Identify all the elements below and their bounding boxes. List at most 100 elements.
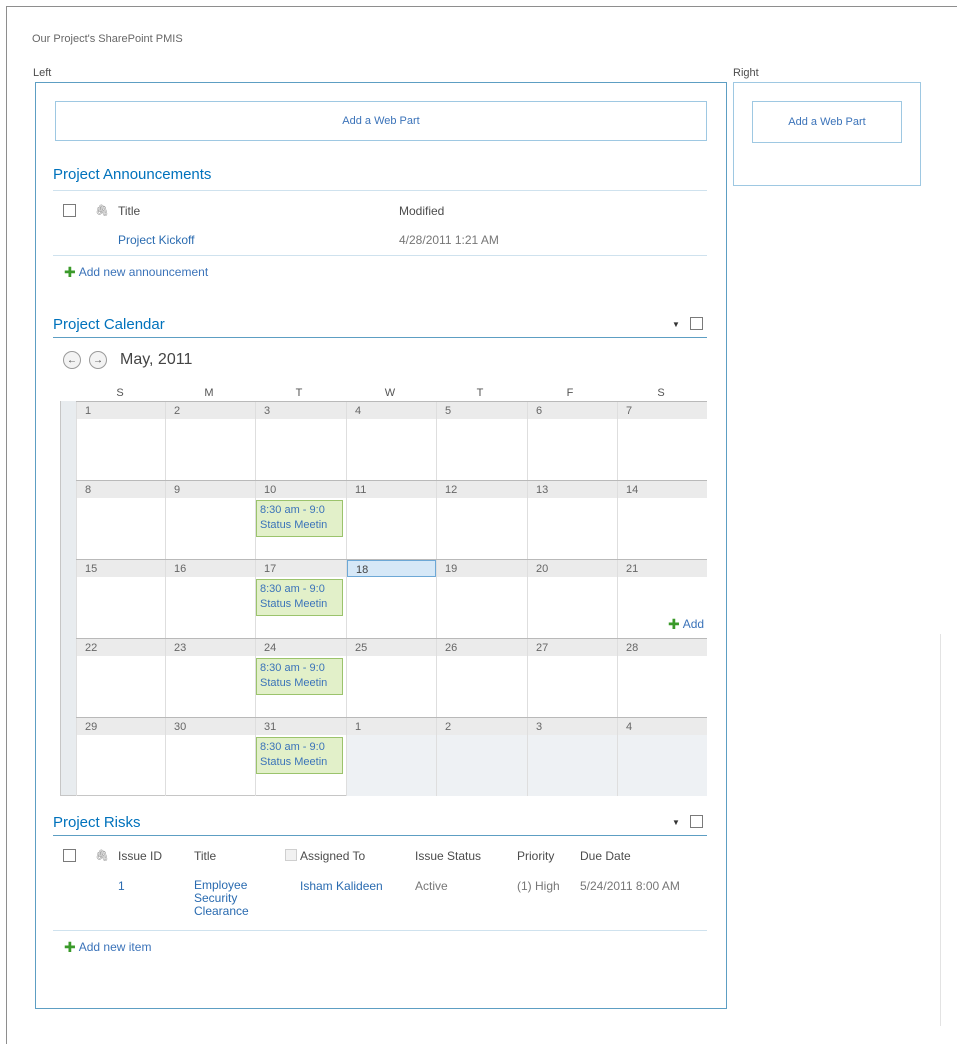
calendar-day-cell[interactable]: 31 8:30 am - 9:0 Status Meetin [255,718,346,796]
calendar-day-number[interactable]: 16 [166,560,255,577]
calendar-day-number[interactable]: 15 [77,560,165,577]
next-month-button[interactable]: → [89,351,107,369]
calendar-day-cell[interactable]: 4 [617,718,707,796]
calendar-menu-arrow-icon[interactable]: ▼ [672,320,680,329]
calendar-day-cell[interactable]: 11 [346,481,436,559]
calendar-day-cell[interactable]: 13 [527,481,617,559]
risks-title[interactable]: Project Risks [53,814,141,831]
calendar-day-cell[interactable]: 27 [527,639,617,717]
calendar-event[interactable]: 8:30 am - 9:0 Status Meetin [256,500,343,537]
assigned-to-filter-checkbox[interactable] [285,849,297,861]
calendar-select-checkbox[interactable] [690,317,703,330]
calendar-day-cell[interactable]: 22 [76,639,165,717]
calendar-day-cell[interactable]: 3 [255,402,346,480]
calendar-day-number[interactable]: 6 [528,402,617,419]
announcements-select-all-checkbox[interactable] [63,204,76,217]
calendar-day-cell[interactable]: 3 [527,718,617,796]
calendar-day-cell[interactable]: 19 [436,560,527,638]
calendar-day-number[interactable]: 31 [256,718,346,735]
add-web-part-button-left[interactable]: Add a Web Part [55,101,707,141]
calendar-day-cell[interactable]: 2 [436,718,527,796]
calendar-day-number[interactable]: 19 [437,560,527,577]
calendar-day-cell[interactable]: 7 [617,402,707,480]
risk-issue-id-link[interactable]: 1 [118,879,125,893]
calendar-day-cell[interactable]: 9 [165,481,255,559]
risks-column-assigned-to[interactable]: Assigned To [300,849,365,863]
risks-select-all-checkbox[interactable] [63,849,76,862]
calendar-event[interactable]: 8:30 am - 9:0 Status Meetin [256,737,343,774]
add-new-announcement-link[interactable]: ✚ Add new announcement [64,265,208,279]
calendar-day-number[interactable]: 21 [618,560,707,577]
calendar-day-number[interactable]: 7 [618,402,707,419]
calendar-day-number[interactable]: 5 [437,402,527,419]
calendar-day-cell[interactable]: 1 [76,402,165,480]
announcements-title[interactable]: Project Announcements [53,166,211,183]
calendar-day-cell[interactable]: 18 [346,560,436,638]
calendar-day-cell[interactable]: 5 [436,402,527,480]
risks-column-issue-status[interactable]: Issue Status [415,849,481,863]
calendar-day-number[interactable]: 1 [77,402,165,419]
calendar-day-number[interactable]: 10 [256,481,346,498]
calendar-day-number[interactable]: 20 [528,560,617,577]
announcement-title-link[interactable]: Project Kickoff [118,233,194,247]
calendar-day-number[interactable]: 28 [618,639,707,656]
calendar-title[interactable]: Project Calendar [53,316,165,333]
calendar-day-number[interactable]: 12 [437,481,527,498]
calendar-day-cell[interactable]: 4 [346,402,436,480]
calendar-day-number[interactable]: 30 [166,718,255,735]
calendar-day-number[interactable]: 14 [618,481,707,498]
risks-menu-arrow-icon[interactable]: ▼ [672,818,680,827]
calendar-add-link[interactable]: ✚ Add [668,617,704,631]
calendar-day-number[interactable]: 4 [347,402,436,419]
add-web-part-button-right[interactable]: Add a Web Part [752,101,902,143]
risks-column-title[interactable]: Title [194,849,216,863]
calendar-day-number[interactable]: 18 [347,560,436,577]
risks-select-checkbox[interactable] [690,815,703,828]
calendar-day-number[interactable]: 3 [256,402,346,419]
calendar-day-number[interactable]: 25 [347,639,436,656]
calendar-day-number[interactable]: 13 [528,481,617,498]
calendar-day-cell[interactable]: 15 [76,560,165,638]
calendar-day-number[interactable]: 1 [347,718,436,735]
calendar-day-cell[interactable]: 8 [76,481,165,559]
calendar-day-cell[interactable]: 29 [76,718,165,796]
calendar-day-number[interactable]: 3 [528,718,617,735]
risks-column-due-date[interactable]: Due Date [580,849,631,863]
calendar-day-number[interactable]: 2 [166,402,255,419]
calendar-day-number[interactable]: 8 [77,481,165,498]
calendar-day-cell[interactable]: 14 [617,481,707,559]
calendar-day-number[interactable]: 22 [77,639,165,656]
risk-assigned-to-link[interactable]: Isham Kalideen [300,879,383,893]
risk-title-link[interactable]: Employee Security Clearance [194,879,249,918]
calendar-day-number[interactable]: 27 [528,639,617,656]
calendar-day-number[interactable]: 29 [77,718,165,735]
calendar-day-number[interactable]: 24 [256,639,346,656]
calendar-event[interactable]: 8:30 am - 9:0 Status Meetin [256,579,343,616]
calendar-day-cell[interactable]: 10 8:30 am - 9:0 Status Meetin [255,481,346,559]
add-new-item-link[interactable]: ✚ Add new item [64,940,151,954]
calendar-day-cell[interactable]: 28 [617,639,707,717]
calendar-day-cell[interactable]: 26 [436,639,527,717]
calendar-day-cell[interactable]: 2 [165,402,255,480]
calendar-day-cell[interactable]: 25 [346,639,436,717]
calendar-day-number[interactable]: 11 [347,481,436,498]
risks-column-issue-id[interactable]: Issue ID [118,849,162,863]
calendar-day-cell[interactable]: 30 [165,718,255,796]
calendar-day-cell[interactable]: 20 [527,560,617,638]
risks-column-priority[interactable]: Priority [517,849,554,863]
announcements-column-modified[interactable]: Modified [399,204,444,218]
calendar-day-number[interactable]: 4 [618,718,707,735]
calendar-day-number[interactable]: 26 [437,639,527,656]
calendar-day-cell[interactable]: 24 8:30 am - 9:0 Status Meetin [255,639,346,717]
calendar-day-number[interactable]: 2 [437,718,527,735]
calendar-day-number[interactable]: 23 [166,639,255,656]
calendar-event[interactable]: 8:30 am - 9:0 Status Meetin [256,658,343,695]
calendar-day-cell[interactable]: 16 [165,560,255,638]
calendar-day-cell[interactable]: 1 [346,718,436,796]
previous-month-button[interactable]: ← [63,351,81,369]
announcements-column-title[interactable]: Title [118,204,140,218]
calendar-day-number[interactable]: 17 [256,560,346,577]
calendar-day-cell[interactable]: 23 [165,639,255,717]
calendar-day-number[interactable]: 9 [166,481,255,498]
calendar-day-cell[interactable]: 17 8:30 am - 9:0 Status Meetin [255,560,346,638]
